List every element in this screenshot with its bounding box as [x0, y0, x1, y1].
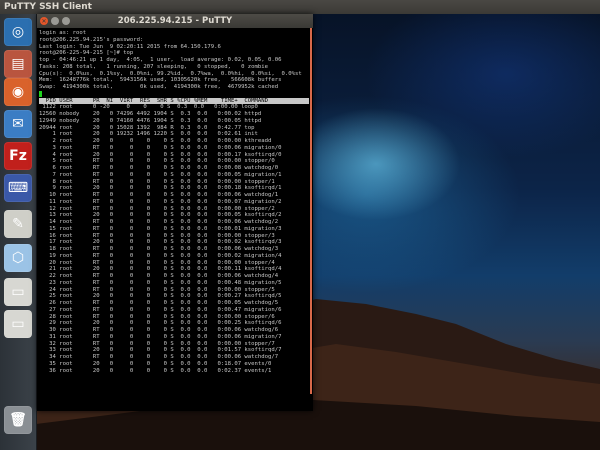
process-row: 2 root 20 0 0 0 0 S 0.0 0.0 0:00.00 kthr…	[39, 138, 272, 144]
trash-icon: 🗑	[9, 412, 27, 428]
process-row: 12949 nobody 20 0 74160 4476 1904 S 0.3 …	[39, 117, 262, 124]
software-center-icon: ⬡	[11, 250, 25, 266]
process-row: 15 root RT 0 0 0 0 S 0.0 0.0 0:00.01 mig…	[39, 225, 282, 232]
launcher-filezilla[interactable]: Fz	[4, 142, 32, 170]
process-row: 6 root RT 0 0 0 0 S 0.0 0.0 0:00.08 watc…	[39, 165, 279, 171]
process-row: 4 root 20 0 0 0 0 S 0.0 0.0 0:00.17 ksof…	[39, 151, 282, 158]
process-row: 33 root 20 0 0 0 0 S 0.0 0.0 0:01.57 kso…	[39, 347, 282, 354]
terminal-line: Swap: 4194300k total, 0k used, 4194300k …	[39, 84, 279, 90]
process-row: 17 root 20 0 0 0 0 S 0.0 0.0 0:00.02 kso…	[39, 239, 282, 246]
process-row: 12 root RT 0 0 0 0 S 0.0 0.0 0:00.00 sto…	[39, 205, 275, 212]
launcher: ◎ ▤ ◉ ✉ Fz ⌨ ✎ ⬡ ▭ ▭ 🗑	[0, 14, 37, 450]
process-row: 26 root RT 0 0 0 0 S 0.0 0.0 0:00.05 wat…	[39, 300, 279, 306]
putty-titlebar[interactable]: ✕ 206.225.94.215 - PuTTY	[37, 14, 313, 28]
active-app-title: PuTTY SSH Client	[4, 2, 92, 12]
process-row: 7 root RT 0 0 0 0 S 0.0 0.0 0:00.05 migr…	[39, 171, 282, 178]
process-row: 36 root 20 0 0 0 0 S 0.0 0.0 0:02.37 eve…	[39, 367, 272, 374]
process-row: 30 root RT 0 0 0 0 S 0.0 0.0 0:00.06 wat…	[39, 327, 279, 333]
process-row: 27 root RT 0 0 0 0 S 0.0 0.0 0:00.47 mig…	[39, 306, 282, 313]
process-row: 18 root RT 0 0 0 0 S 0.0 0.0 0:00.06 wat…	[39, 246, 279, 252]
terminal-line: root@206-225-94-215 [~]# top	[39, 50, 134, 57]
thunderbird-icon: ✉	[12, 116, 24, 132]
filezilla-icon: Fz	[9, 148, 27, 164]
process-row: 25 root 20 0 0 0 0 S 0.0 0.0 0:00.27 kso…	[39, 293, 282, 300]
ubuntu-logo-icon: ◎	[11, 24, 25, 40]
terminal-line: root@206.225.94.215's password:	[39, 36, 144, 43]
file-manager-icon: ▤	[11, 56, 25, 72]
process-row: 21 root 20 0 0 0 0 S 0.0 0.0 0:00.11 kso…	[39, 266, 282, 273]
process-row: 22 root RT 0 0 0 0 S 0.0 0.0 0:00.06 wat…	[39, 273, 279, 279]
terminal-line: Tasks: 208 total, 1 running, 207 sleepin…	[39, 63, 269, 70]
launcher-drive-2[interactable]: ▭	[4, 310, 32, 338]
process-row: 20 root RT 0 0 0 0 S 0.0 0.0 0:00.00 sto…	[39, 259, 275, 266]
drive-icon: ▭	[11, 284, 25, 300]
launcher-dash-home[interactable]: ◎	[4, 18, 32, 46]
text-editor-icon: ✎	[12, 216, 24, 232]
process-row: 34 root RT 0 0 0 0 S 0.0 0.0 0:00.06 wat…	[39, 354, 279, 360]
process-row: 35 root 20 0 0 0 0 S 0.0 0.0 0:18.07 eve…	[39, 360, 272, 367]
process-row: 29 root 20 0 0 0 0 S 0.0 0.0 0:00.25 kso…	[39, 320, 282, 327]
process-row: 14 root RT 0 0 0 0 S 0.0 0.0 0:00.06 wat…	[39, 219, 279, 225]
terminal-line: login as: root	[39, 30, 87, 36]
terminal-output[interactable]: login as: root root@206.225.94.215's pass…	[37, 28, 309, 411]
process-row: 10 root RT 0 0 0 0 S 0.0 0.0 0:00.06 wat…	[39, 192, 279, 198]
process-row: 16 root RT 0 0 0 0 S 0.0 0.0 0:00.00 sto…	[39, 232, 275, 239]
process-row: 13 root 20 0 0 0 0 S 0.0 0.0 0:00.05 kso…	[39, 212, 282, 219]
window-title: 206.225.94.215 - PuTTY	[117, 16, 233, 26]
process-row: 1122 root 0 -20 0 0 0 S 0.3 0.0 0:00.00 …	[39, 104, 258, 111]
process-row: 28 root RT 0 0 0 0 S 0.0 0.0 0:00.00 sto…	[39, 313, 275, 320]
process-row: 24 root RT 0 0 0 0 S 0.0 0.0 0:00.00 sto…	[39, 286, 275, 293]
terminal-line: Cpu(s): 0.0%us, 0.1%sy, 0.0%ni, 99.2%id,…	[39, 70, 302, 77]
putty-window[interactable]: ✕ 206.225.94.215 - PuTTY login as: root r…	[37, 14, 313, 411]
terminal-line: Last login: Tue Jun 9 02:20:11 2015 from…	[39, 43, 221, 50]
process-row: 23 root RT 0 0 0 0 S 0.0 0.0 0:00.48 mig…	[39, 279, 282, 286]
process-table-header: PID USER PR NI VIRT RES SHR S %CPU %MEM …	[39, 97, 309, 105]
launcher-files[interactable]: ▤	[4, 50, 32, 78]
terminal-line	[39, 90, 309, 98]
process-row: 9 root 20 0 0 0 0 S 0.0 0.0 0:00.18 ksof…	[39, 185, 282, 192]
launcher-putty[interactable]: ⌨	[4, 174, 32, 202]
top-panel: PuTTY SSH Client	[0, 0, 600, 14]
terminal-line: top - 04:46:21 up 1 day, 4:05, 1 user, l…	[39, 57, 282, 63]
cursor-block	[39, 90, 42, 97]
process-row: 11 root RT 0 0 0 0 S 0.0 0.0 0:00.07 mig…	[39, 198, 282, 205]
process-row: 3 root RT 0 0 0 0 S 0.0 0.0 0:00.06 migr…	[39, 144, 282, 151]
launcher-drive-1[interactable]: ▭	[4, 278, 32, 306]
launcher-software-center[interactable]: ⬡	[4, 244, 32, 272]
putty-icon: ⌨	[7, 180, 29, 196]
launcher-text-editor[interactable]: ✎	[4, 210, 32, 238]
scrollbar-thumb[interactable]	[310, 28, 312, 394]
launcher-trash[interactable]: 🗑	[4, 406, 32, 434]
process-row: 8 root RT 0 0 0 0 S 0.0 0.0 0:00.00 stop…	[39, 178, 275, 185]
process-row: 32 root RT 0 0 0 0 S 0.0 0.0 0:00.00 sto…	[39, 340, 275, 347]
terminal-scrollbar[interactable]	[309, 28, 313, 411]
firefox-icon: ◉	[11, 84, 25, 100]
process-row: 5 root RT 0 0 0 0 S 0.0 0.0 0:00.00 stop…	[39, 158, 275, 165]
process-row: 12560 nobody 20 0 74296 4492 1904 S 0.3 …	[39, 111, 262, 117]
launcher-firefox[interactable]: ◉	[4, 78, 32, 106]
process-row: 19 root RT 0 0 0 0 S 0.0 0.0 0:00.02 mig…	[39, 252, 282, 259]
drive-icon: ▭	[11, 316, 25, 332]
terminal-line: Mem: 16248776k total, 5943156k used, 103…	[39, 77, 282, 84]
process-row: 31 root RT 0 0 0 0 S 0.0 0.0 0:00.06 mig…	[39, 333, 282, 340]
process-row: 20944 root 20 0 15028 1392 984 R 0.3 0.0…	[39, 124, 255, 131]
process-row: 1 root 20 0 19232 1496 1220 S 0.0 0.0 0:…	[39, 131, 258, 138]
launcher-thunderbird[interactable]: ✉	[4, 110, 32, 138]
